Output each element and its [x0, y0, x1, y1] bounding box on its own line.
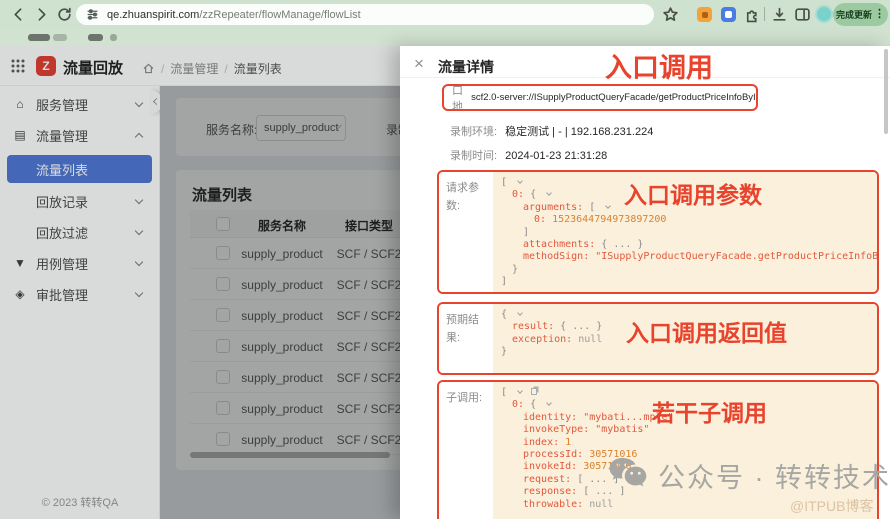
- json-token: { ... }: [560, 321, 603, 333]
- bookmark-item[interactable]: [88, 34, 103, 41]
- record-env-label: 录制环境:: [450, 126, 498, 138]
- browser-toolbar: qe.zhuanspirit.com/zzRepeater/flowManage…: [0, 0, 890, 29]
- extensions-puzzle-icon[interactable]: [744, 6, 761, 23]
- toolbar-divider: [764, 7, 765, 21]
- json-token: [: [501, 177, 514, 188]
- browser-menu-icon[interactable]: ⋮: [874, 9, 885, 20]
- json-token: {: [501, 309, 514, 320]
- json-token: null: [578, 333, 603, 345]
- bookmarks-bar: [0, 29, 890, 46]
- back-icon[interactable]: [10, 6, 27, 23]
- drawer-title: 流量详情: [438, 59, 494, 75]
- record-time-row: 录制时间: 2024-01-23 21:31:28: [450, 147, 607, 163]
- screenshot-stage: qe.zhuanspirit.com/zzRepeater/flowManage…: [0, 0, 890, 519]
- collapse-caret-icon[interactable]: [517, 310, 523, 316]
- url-path: /zzRepeater/flowManage/flowList: [199, 8, 361, 21]
- json-token: "mybatis": [595, 424, 650, 436]
- json-token: arguments:: [523, 201, 590, 213]
- url-host: qe.zhuanspirit.com: [107, 8, 200, 21]
- profile-avatar[interactable]: [815, 5, 833, 23]
- traffic-detail-drawer: × 流量详情 入口调用 接口地址: scf2.0-server://ISuppl…: [400, 46, 890, 519]
- json-token: 0:: [534, 214, 553, 226]
- bookmark-item[interactable]: [28, 34, 50, 41]
- annotation-subcalls: 若干子调用: [652, 400, 767, 426]
- address-bar[interactable]: qe.zhuanspirit.com/zzRepeater/flowManage…: [76, 4, 654, 25]
- annotation-entry-call: 入口调用: [605, 53, 713, 83]
- reload-icon[interactable]: [56, 6, 73, 23]
- json-token: 0:: [512, 189, 531, 201]
- collapse-caret-icon[interactable]: [605, 202, 612, 209]
- json-token: throwable:: [523, 498, 590, 510]
- json-token: ]: [523, 226, 530, 238]
- watermark: 公众号 · 转转技术: [608, 456, 890, 495]
- json-token: index:: [523, 436, 566, 448]
- bookmark-star-icon[interactable]: [662, 6, 679, 23]
- json-token: processId:: [523, 449, 590, 461]
- json-token: }: [512, 263, 519, 275]
- extension-blue-icon[interactable]: [721, 7, 736, 22]
- subcalls-label: 子调用:: [446, 392, 483, 404]
- request-params-label: 请求参数:: [446, 182, 479, 212]
- json-token: [: [501, 387, 514, 398]
- drawer-mask-inner[interactable]: [160, 86, 400, 519]
- json-token: result:: [512, 321, 561, 333]
- side-panel-icon[interactable]: [794, 6, 811, 23]
- annotation-entry-params: 入口调用参数: [624, 182, 762, 208]
- bookmark-item[interactable]: [110, 34, 117, 41]
- record-env-value: 稳定测试 | - | 192.168.231.224: [505, 126, 654, 138]
- json-token: invokeId:: [523, 461, 584, 473]
- interface-address-label: 接口地址:: [452, 84, 463, 111]
- collapse-caret-icon[interactable]: [517, 388, 523, 394]
- copy-icon[interactable]: [531, 388, 538, 395]
- bookmark-item[interactable]: [53, 34, 67, 41]
- json-token: {: [530, 399, 543, 411]
- record-time-label: 录制时间:: [450, 150, 498, 162]
- json-token: identity:: [523, 411, 584, 423]
- wechat-icon: [608, 456, 648, 495]
- chrome-update-label: 完成更新: [835, 10, 872, 20]
- json-token: response:: [523, 486, 584, 498]
- json-token: "ISupplyProductQueryFacade.getProductPri…: [595, 251, 879, 263]
- interface-address-value: scf2.0-server://ISupplyProductQueryFacad…: [471, 92, 758, 103]
- json-token: invokeType:: [523, 424, 596, 436]
- json-token: request:: [523, 473, 578, 485]
- json-token: 1523644794973897200: [552, 214, 667, 226]
- collapse-caret-icon[interactable]: [546, 190, 552, 197]
- chrome-update-button[interactable]: 完成更新 ⋮: [833, 3, 888, 26]
- annotation-entry-return: 入口调用返回值: [626, 320, 787, 346]
- drawer-scrollbar[interactable]: [884, 49, 888, 134]
- json-token: exception:: [512, 333, 579, 345]
- watermark-credit: @ITPUB博客: [790, 498, 874, 514]
- json-token: [: [589, 201, 602, 213]
- json-token: ]: [501, 276, 508, 288]
- json-token: null: [589, 498, 614, 510]
- json-token: methodSign:: [523, 251, 596, 263]
- site-settings-icon[interactable]: [86, 8, 99, 21]
- annotation-box-interface-address: 接口地址: scf2.0-server://ISupplyProductQuer…: [442, 84, 758, 111]
- record-env-row: 录制环境: 稳定测试 | - | 192.168.231.224: [450, 123, 653, 139]
- close-icon[interactable]: ×: [414, 55, 424, 72]
- json-token: { ... }: [601, 239, 644, 251]
- json-token: {: [530, 189, 543, 201]
- json-token: 0:: [512, 399, 531, 411]
- json-token: 1: [565, 436, 572, 448]
- record-time-value: 2024-01-23 21:31:28: [505, 150, 608, 162]
- downloads-icon[interactable]: [771, 6, 788, 23]
- collapse-caret-icon[interactable]: [517, 178, 523, 184]
- expected-result-label: 预期结果:: [446, 314, 479, 344]
- forward-icon[interactable]: [33, 6, 50, 23]
- watermark-account: 公众号 · 转转技术: [658, 463, 890, 493]
- collapse-caret-icon[interactable]: [546, 400, 552, 407]
- extension-orange-icon[interactable]: [697, 7, 712, 22]
- json-token: }: [501, 346, 508, 358]
- json-token: attachments:: [523, 239, 602, 251]
